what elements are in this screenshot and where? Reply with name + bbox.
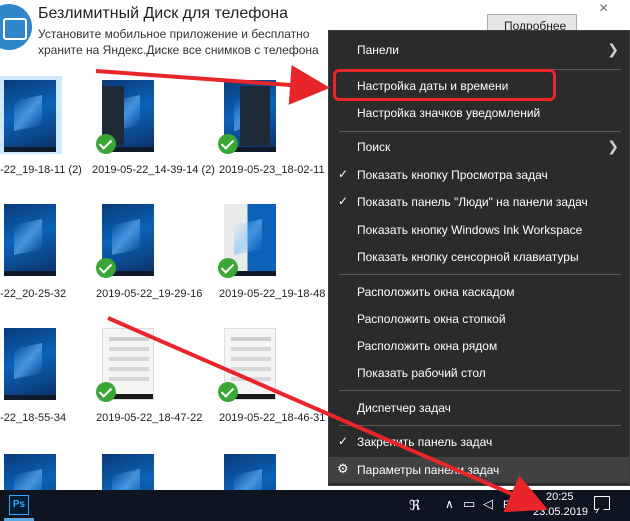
menu-item-touch-keyboard[interactable]: Показать кнопку сенсорной клавиатуры	[329, 244, 629, 270]
menu-item-notification-icons[interactable]: Настройка значков уведомлений	[329, 100, 629, 126]
photo-preview	[102, 454, 154, 490]
check-icon	[218, 134, 238, 154]
clock-date[interactable]: 23.05.2019	[533, 506, 588, 518]
photo-thumb[interactable]	[0, 76, 62, 154]
photo-label: 5-22_20-25-32	[0, 288, 67, 300]
menu-separator	[339, 390, 621, 391]
people-icon[interactable]: ℜ	[409, 497, 420, 514]
gear-icon: ⚙	[337, 461, 349, 476]
banner-text: Установите мобильное приложение и беспла…	[38, 27, 319, 57]
photo-thumb[interactable]	[218, 76, 282, 154]
menu-item-taskbar-settings[interactable]: ⚙ Параметры панели задач	[329, 457, 629, 483]
menu-item-stack[interactable]: Расположить окна стопкой	[329, 306, 629, 332]
photo-label: 2019-05-23_18-02-11	[219, 164, 325, 176]
photo-thumb[interactable]	[218, 200, 282, 278]
highlight-frame	[333, 69, 556, 101]
photo-preview	[224, 454, 276, 490]
menu-item-cascade[interactable]: Расположить окна каскадом	[329, 279, 629, 305]
menu-item-lock-taskbar[interactable]: ✓ Закрепить панель задач	[329, 429, 629, 455]
check-icon	[96, 382, 116, 402]
photo-preview	[4, 80, 56, 152]
photo-thumb[interactable]	[96, 76, 160, 154]
yandex-disk-icon	[0, 4, 32, 50]
check-icon: ✓	[338, 434, 349, 448]
photo-label: 2019-05-22_18-46-31	[219, 412, 326, 424]
clock-time[interactable]: 20:25	[546, 491, 574, 503]
photos-grid: 2-22_19-18-11 (2) 2019-05-22_14-39-14 (2…	[0, 66, 330, 490]
photo-label: 2019-05-22_18-47-22	[96, 412, 203, 424]
photoshop-icon[interactable]: Ps	[9, 495, 29, 515]
check-icon	[96, 258, 116, 278]
photo-thumb[interactable]	[0, 200, 62, 278]
check-icon: ✓	[338, 194, 349, 208]
volume-icon[interactable]: ◁	[483, 496, 493, 512]
banner-title: Безлимитный Диск для телефона	[38, 5, 289, 22]
photo-preview	[4, 204, 56, 276]
photo-thumb[interactable]	[96, 450, 160, 490]
menu-item-task-view[interactable]: ✓ Показать кнопку Просмотра задач	[329, 162, 629, 188]
photo-thumb[interactable]	[96, 324, 160, 402]
menu-separator	[339, 131, 621, 132]
photo-preview	[4, 328, 56, 400]
language-indicator[interactable]: РУС	[503, 499, 525, 511]
menu-separator	[339, 425, 621, 426]
menu-item-side-by-side[interactable]: Расположить окна рядом	[329, 333, 629, 359]
taskbar: Ps ℜ ∧ ▭ ◁ РУС 20:25 23.05.2019	[0, 490, 630, 521]
photo-label: 2019-05-22_19-29-16	[96, 288, 203, 300]
check-icon	[218, 382, 238, 402]
photo-label: 5-22_18-55-34	[0, 412, 67, 424]
notification-icon[interactable]	[594, 496, 610, 510]
menu-separator	[339, 274, 621, 275]
photo-label: 2019-05-22_14-39-14 (2)	[92, 164, 215, 176]
photo-thumb[interactable]	[0, 450, 62, 490]
menu-item-ink-workspace[interactable]: Показать кнопку Windows Ink Workspace	[329, 217, 629, 243]
chevron-right-icon: ❯	[607, 41, 619, 57]
chevron-right-icon: ❯	[607, 138, 619, 154]
menu-item-search[interactable]: Поиск ❯	[329, 134, 629, 160]
menu-item-panels[interactable]: Панели ❯	[329, 37, 629, 63]
menu-item-show-desktop[interactable]: Показать рабочий стол	[329, 360, 629, 386]
menu-item-people[interactable]: ✓ Показать панель "Люди" на панели задач	[329, 189, 629, 215]
close-icon[interactable]: ×	[599, 0, 608, 18]
photo-thumb[interactable]	[218, 324, 282, 402]
photo-preview	[4, 454, 56, 490]
network-icon[interactable]: ▭	[463, 496, 475, 512]
photo-label: 2019-05-22_19-18-48	[219, 288, 326, 300]
photo-thumb[interactable]	[218, 450, 282, 490]
check-icon	[96, 134, 116, 154]
menu-item-task-manager[interactable]: Диспетчер задач	[329, 395, 629, 421]
check-icon: ✓	[338, 167, 349, 181]
chevron-up-icon[interactable]: ∧	[445, 497, 454, 511]
photo-label: 2-22_19-18-11 (2)	[0, 164, 82, 176]
photo-thumb[interactable]	[96, 200, 160, 278]
check-icon	[218, 258, 238, 278]
photo-thumb[interactable]	[0, 324, 62, 402]
